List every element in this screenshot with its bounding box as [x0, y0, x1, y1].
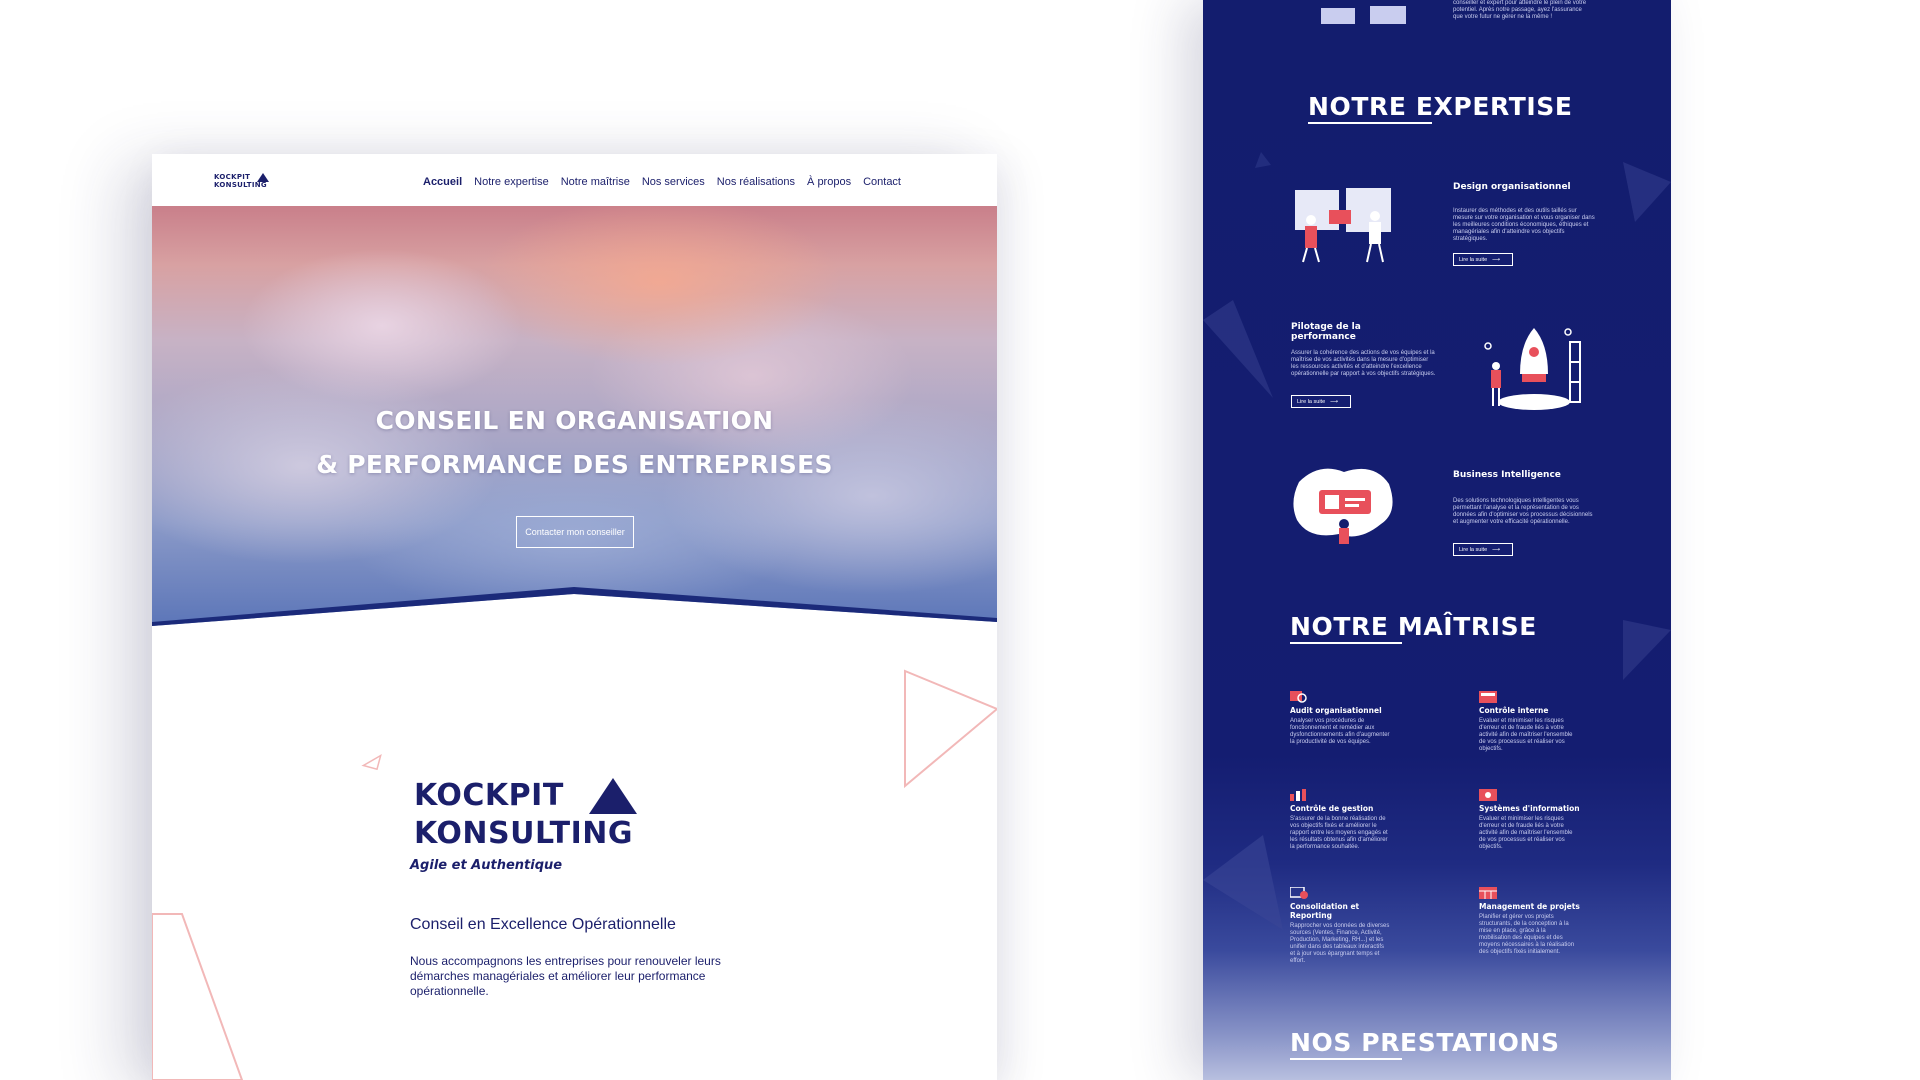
- project-icon: [1479, 886, 1497, 899]
- maitrise-heading: NOTRE MAÎTRISE: [1290, 612, 1537, 641]
- maitrise-title: Consolidation et Reporting: [1290, 902, 1360, 920]
- button-label: Lire la suite: [1297, 398, 1326, 405]
- maitrise-title: Contrôle de gestion: [1290, 804, 1374, 813]
- logo-line2: KONSULTING: [214, 181, 267, 189]
- maitrise-text: Planifier et gérer vos projets structura…: [1479, 914, 1575, 955]
- card-title-bi: Business Intelligence: [1453, 470, 1561, 480]
- homepage-mockup: KOCKPIT KONSULTING Accueil Notre experti…: [152, 154, 997, 1080]
- nav-item-services[interactable]: Nos services: [642, 176, 705, 190]
- read-more-pilotage-button[interactable]: Lire la suite ⟶: [1291, 395, 1351, 408]
- button-label: Lire la suite: [1459, 546, 1488, 553]
- brand-word2: KONSULTING: [414, 816, 633, 851]
- triangle-logo-icon: [589, 778, 637, 814]
- brand-word1: KOCKPIT: [414, 778, 564, 813]
- mockup-stage: KOCKPIT KONSULTING Accueil Notre experti…: [0, 0, 1920, 1080]
- background-triangles: [1203, 6, 1671, 930]
- maitrise-title: Systèmes d'information: [1479, 804, 1580, 813]
- rocket-illustration-icon: [1484, 328, 1581, 410]
- brand-logo-large: KOCKPIT KONSULTING: [414, 778, 674, 928]
- nav-menu: Accueil Notre expertise Notre maîtrise N…: [423, 176, 901, 190]
- maitrise-title: Management de projets: [1479, 902, 1580, 911]
- reporting-icon: [1289, 886, 1308, 899]
- nav-item-expertise[interactable]: Notre expertise: [474, 176, 549, 190]
- maitrise-text: Analyser vos procédures de fonctionnemen…: [1290, 718, 1390, 745]
- read-more-bi-button[interactable]: Lire la suite ⟶: [1453, 543, 1513, 556]
- logo-line1: KOCKPIT: [214, 173, 251, 181]
- brand-tagline: Agile et Authentique: [410, 858, 563, 873]
- maitrise-item-controle-gestion: Contrôle de gestion S'assurer de la bonn…: [1290, 788, 1400, 851]
- card-text-bi: Des solutions technologiques intelligent…: [1453, 498, 1593, 525]
- prestations-heading: NOS PRESTATIONS: [1290, 1028, 1560, 1057]
- card-title-pilotage: Pilotage de la performance: [1291, 322, 1361, 342]
- nav-item-apropos[interactable]: À propos: [807, 176, 851, 190]
- chart-icon: [1290, 788, 1308, 801]
- hero-section: CONSEIL EN ORGANISATION & PERFORMANCE DE…: [152, 206, 997, 628]
- maitrise-text: Evaluer et minimiser les risques d'erreu…: [1479, 816, 1573, 850]
- maitrise-title: Contrôle interne: [1479, 706, 1549, 715]
- nav-item-contact[interactable]: Contact: [863, 176, 901, 190]
- maitrise-title: Audit organisationnel: [1290, 706, 1382, 715]
- hero-title-line1: CONSEIL EN ORGANISATION: [375, 406, 774, 435]
- card-text-pilotage: Assurer la cohérence des actions de vos …: [1291, 350, 1436, 377]
- sections-mockup: conseiller et expert pour atteindre le p…: [1203, 0, 1671, 1080]
- arrow-right-icon: ⟶: [1492, 546, 1501, 553]
- business-intelligence-illustration-icon: [1293, 468, 1393, 544]
- maitrise-item-reporting: Consolidation et Reporting Rapprocher vo…: [1289, 886, 1400, 965]
- section-subtitle: Conseil en Excellence Opérationnelle: [410, 916, 676, 933]
- maitrise-text: S'assurer de la bonne réalisation de vos…: [1290, 816, 1388, 850]
- maitrise-item-systemes: Systèmes d'information Evaluer et minimi…: [1479, 788, 1589, 851]
- read-more-design-button[interactable]: Lire la suite ⟶: [1453, 253, 1513, 266]
- nav-item-realisations[interactable]: Nos réalisations: [717, 176, 795, 190]
- button-label: Lire la suite: [1459, 256, 1488, 263]
- maitrise-text: Rapprocher vos données de diverses sourc…: [1290, 923, 1390, 964]
- contact-advisor-button[interactable]: Contacter mon conseiller: [516, 516, 634, 548]
- audit-icon: [1290, 690, 1308, 703]
- arrow-right-icon: ⟶: [1330, 398, 1339, 405]
- intro-paragraph: Nous accompagnons les entreprises pour r…: [410, 954, 721, 998]
- expertise-heading: NOTRE EXPERTISE: [1308, 92, 1573, 121]
- maitrise-item-audit: Audit organisationnel Analyser vos procé…: [1290, 690, 1400, 746]
- system-icon: [1479, 788, 1497, 801]
- maitrise-text: Evaluer et minimiser les risques d'erreu…: [1479, 718, 1573, 752]
- heading-underline: [1308, 122, 1432, 124]
- heading-underline: [1290, 642, 1402, 644]
- hero-title-line2: & PERFORMANCE DES ENTREPRISES: [316, 450, 833, 479]
- maitrise-item-controle-interne: Contrôle interne Evaluer et minimiser le…: [1479, 690, 1589, 753]
- card-text-design: Instaurer des méthodes et des outils tai…: [1453, 208, 1595, 242]
- puzzle-illustration-icon: [1295, 188, 1391, 263]
- arrow-right-icon: ⟶: [1492, 256, 1501, 263]
- maitrise-item-projets: Management de projets Planifier et gérer…: [1479, 886, 1589, 956]
- card-title-design: Design organisationnel: [1453, 182, 1571, 192]
- previous-section-text: conseiller et expert pour atteindre le p…: [1453, 0, 1587, 20]
- heading-underline: [1290, 1058, 1402, 1060]
- nav-item-accueil[interactable]: Accueil: [423, 176, 462, 190]
- top-navigation: KOCKPIT KONSULTING Accueil Notre experti…: [152, 154, 997, 206]
- nav-item-maitrise[interactable]: Notre maîtrise: [561, 176, 630, 190]
- triangle-logo-icon: [257, 173, 269, 182]
- control-icon: [1479, 690, 1497, 703]
- header-logo[interactable]: KOCKPIT KONSULTING: [214, 173, 274, 191]
